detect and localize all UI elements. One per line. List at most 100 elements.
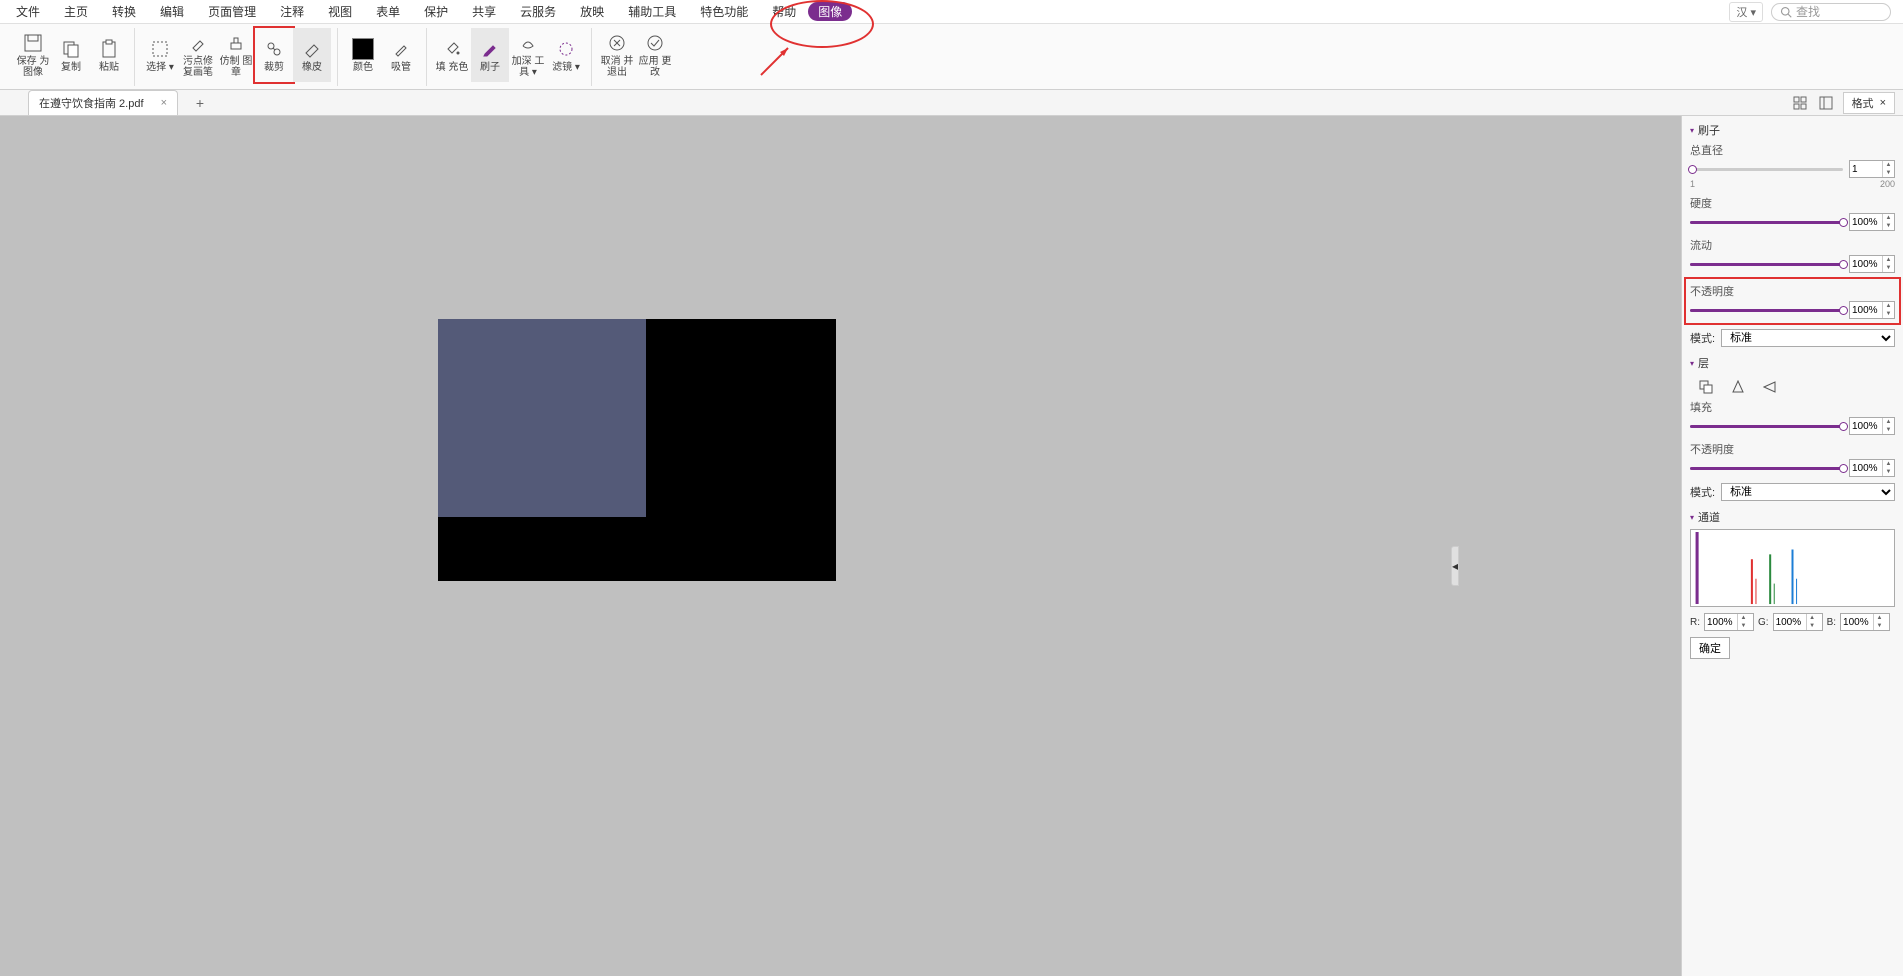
- brush-mode-select[interactable]: 标准: [1721, 329, 1895, 347]
- flow-slider[interactable]: [1690, 263, 1843, 266]
- menu-home[interactable]: 主页: [52, 1, 100, 22]
- layer-mode-label: 模式:: [1690, 484, 1715, 500]
- search-placeholder: 查找: [1796, 3, 1820, 20]
- histogram: [1690, 529, 1895, 607]
- menubar: 文件 主页 转换 编辑 页面管理 注释 视图 表单 保护 共享 云服务 放映 辅…: [0, 0, 1903, 24]
- hardness-label: 硬度: [1690, 195, 1895, 211]
- menu-cloud[interactable]: 云服务: [508, 1, 568, 22]
- brush-section-header[interactable]: 刷子: [1690, 122, 1895, 138]
- save-as-image-button[interactable]: 保存 为图像: [14, 28, 52, 82]
- ok-button[interactable]: 确定: [1690, 637, 1730, 659]
- document-tab[interactable]: 在遵守饮食指南 2.pdf ×: [28, 90, 178, 115]
- burn-icon: [517, 32, 539, 54]
- document-tab-label: 在遵守饮食指南 2.pdf: [39, 95, 144, 111]
- menu-page-mgmt[interactable]: 页面管理: [196, 1, 268, 22]
- b-label: B:: [1827, 617, 1836, 628]
- clone-stamp-button[interactable]: 仿制 图章: [217, 28, 255, 82]
- toolbar: 保存 为图像 复制 粘贴 选择 ▾ 污点修 复画笔 仿制 图章 裁剪 橡皮 颜色…: [0, 24, 1903, 90]
- single-view-icon[interactable]: [1817, 94, 1835, 112]
- crop-icon: [263, 38, 285, 60]
- menu-form[interactable]: 表单: [364, 1, 412, 22]
- color-button[interactable]: 颜色: [344, 28, 382, 82]
- brush-opacity-spinner[interactable]: ▲▼: [1849, 301, 1895, 319]
- eraser-icon: [301, 38, 323, 60]
- diameter-spinner[interactable]: ▲▼: [1849, 160, 1895, 178]
- close-tab-icon[interactable]: ×: [161, 97, 167, 109]
- filter-icon: [555, 38, 577, 60]
- menu-comment[interactable]: 注释: [268, 1, 316, 22]
- flow-label: 流动: [1690, 237, 1895, 253]
- image-object[interactable]: [438, 319, 836, 581]
- hardness-slider[interactable]: [1690, 221, 1843, 224]
- spot-heal-button[interactable]: 污点修 复画笔: [179, 28, 217, 82]
- duplicate-layer-icon[interactable]: [1698, 379, 1714, 395]
- main-area: ◂ 刷子 总直径 ▲▼ 1200 硬度 ▲▼ 流动: [0, 116, 1903, 976]
- cancel-icon: [606, 32, 628, 54]
- format-panel-tab[interactable]: 格式 ×: [1843, 92, 1895, 114]
- fill-icon: [441, 38, 463, 60]
- r-spinner[interactable]: ▲▼: [1704, 613, 1754, 631]
- format-sidebar: 刷子 总直径 ▲▼ 1200 硬度 ▲▼ 流动 ▲: [1681, 116, 1903, 976]
- eraser-button[interactable]: 橡皮: [293, 28, 331, 82]
- layer-mode-select[interactable]: 标准: [1721, 483, 1895, 501]
- close-format-icon[interactable]: ×: [1880, 97, 1886, 109]
- layer-opacity-slider[interactable]: [1690, 467, 1843, 470]
- apply-icon: [644, 32, 666, 54]
- flow-spinner[interactable]: ▲▼: [1849, 255, 1895, 273]
- select-button[interactable]: 选择 ▾: [141, 28, 179, 82]
- menu-convert[interactable]: 转换: [100, 1, 148, 22]
- diameter-slider[interactable]: [1690, 168, 1843, 171]
- layer-section-header[interactable]: 层: [1690, 355, 1895, 371]
- eyedropper-icon: [390, 38, 412, 60]
- layer-fill-spinner[interactable]: ▲▼: [1849, 417, 1895, 435]
- new-tab-button[interactable]: +: [190, 93, 210, 113]
- apply-changes-button[interactable]: 应用 更改: [636, 28, 674, 82]
- spot-heal-icon: [187, 32, 209, 54]
- clone-stamp-icon: [225, 32, 247, 54]
- channel-section-header[interactable]: 通道: [1690, 509, 1895, 525]
- fill-button[interactable]: 填 充色: [433, 28, 471, 82]
- menu-help[interactable]: 帮助: [760, 1, 808, 22]
- tabbar: 在遵守饮食指南 2.pdf × + 格式 ×: [0, 90, 1903, 116]
- save-icon: [22, 32, 44, 54]
- layer-opacity-spinner[interactable]: ▲▼: [1849, 459, 1895, 477]
- menu-slideshow[interactable]: 放映: [568, 1, 616, 22]
- search-box[interactable]: 查找: [1771, 3, 1891, 21]
- menu-file[interactable]: 文件: [4, 1, 52, 22]
- layer-fill-label: 填充: [1690, 399, 1895, 415]
- burn-tool-button[interactable]: 加深 工具 ▾: [509, 28, 547, 82]
- diameter-label: 总直径: [1690, 142, 1895, 158]
- brush-icon: [479, 38, 501, 60]
- brush-opacity-label: 不透明度: [1690, 283, 1895, 299]
- g-spinner[interactable]: ▲▼: [1773, 613, 1823, 631]
- menu-view[interactable]: 视图: [316, 1, 364, 22]
- language-selector[interactable]: 汉 ▾: [1729, 2, 1763, 22]
- canvas-area[interactable]: ◂: [0, 116, 1681, 976]
- brush-button[interactable]: 刷子: [471, 28, 509, 82]
- hardness-spinner[interactable]: ▲▼: [1849, 213, 1895, 231]
- brush-opacity-slider[interactable]: [1690, 309, 1843, 312]
- paste-icon: [98, 38, 120, 60]
- image-blue-region: [438, 319, 646, 517]
- menu-edit[interactable]: 编辑: [148, 1, 196, 22]
- menu-share[interactable]: 共享: [460, 1, 508, 22]
- crop-button[interactable]: 裁剪: [255, 28, 293, 82]
- b-spinner[interactable]: ▲▼: [1840, 613, 1890, 631]
- menu-image[interactable]: 图像: [808, 2, 852, 21]
- cancel-exit-button[interactable]: 取消 并退出: [598, 28, 636, 82]
- sidebar-collapse-handle[interactable]: ◂: [1451, 546, 1459, 586]
- flip-horizontal-icon[interactable]: [1762, 379, 1778, 395]
- eyedropper-button[interactable]: 吸管: [382, 28, 420, 82]
- search-icon: [1780, 6, 1792, 18]
- grid-view-icon[interactable]: [1791, 94, 1809, 112]
- menu-accessibility[interactable]: 辅助工具: [616, 1, 688, 22]
- filter-button[interactable]: 滤镜 ▾: [547, 28, 585, 82]
- flip-vertical-icon[interactable]: [1730, 379, 1746, 395]
- paste-button[interactable]: 粘贴: [90, 28, 128, 82]
- copy-button[interactable]: 复制: [52, 28, 90, 82]
- layer-opacity-label: 不透明度: [1690, 441, 1895, 457]
- menu-protect[interactable]: 保护: [412, 1, 460, 22]
- menu-features[interactable]: 特色功能: [688, 1, 760, 22]
- layer-fill-slider[interactable]: [1690, 425, 1843, 428]
- r-label: R:: [1690, 617, 1700, 628]
